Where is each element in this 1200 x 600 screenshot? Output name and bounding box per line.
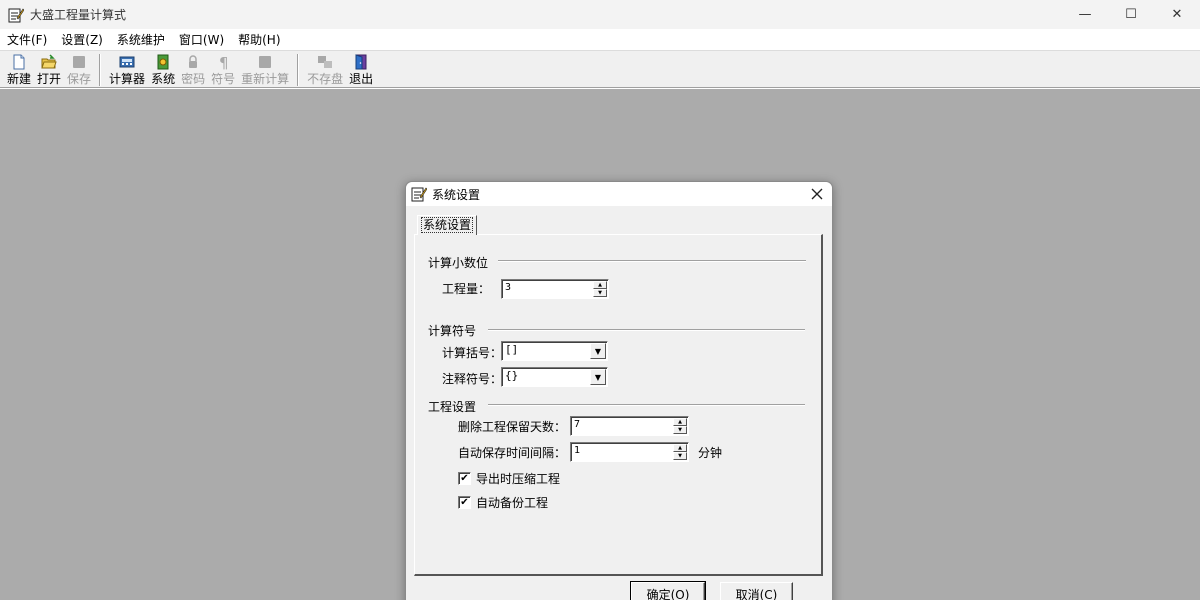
recalculate-button[interactable]: 重新计算 bbox=[238, 51, 292, 88]
recalc-icon bbox=[259, 56, 272, 68]
toolbar-separator bbox=[99, 54, 102, 86]
title-bar: 大盛工程量计算式 — ☐ ✕ bbox=[0, 0, 1200, 29]
chevron-down-icon[interactable]: ▼ bbox=[590, 369, 606, 385]
delete-days-spinner[interactable]: 7 ▲ ▼ bbox=[570, 416, 689, 436]
menu-window[interactable]: 窗口(W) bbox=[172, 31, 231, 48]
group-divider bbox=[488, 404, 805, 406]
menu-maintenance[interactable]: 系统维护 bbox=[110, 31, 172, 48]
symbol-button[interactable]: ¶ 符号 bbox=[208, 51, 238, 88]
spin-up-icon[interactable]: ▲ bbox=[673, 444, 687, 452]
comment-label: 注释符号： bbox=[442, 372, 503, 386]
group-label-project: 工程设置 bbox=[428, 398, 483, 415]
app-notepad-icon bbox=[8, 8, 24, 22]
system-settings-dialog: 系统设置 系统设置 计算小数位 工程量： 3 ▲ ▼ 计算符号 计算括号： [] bbox=[405, 181, 833, 600]
dialog-title-bar: 系统设置 bbox=[406, 182, 832, 206]
chevron-down-icon[interactable]: ▼ bbox=[590, 343, 606, 359]
quantity-decimal-spinner[interactable]: 3 ▲ ▼ bbox=[501, 279, 609, 299]
toolbar: 新建 打开 保存 计算器 系统 密码 ¶ 符号 重新计算 不存盘 退出 bbox=[0, 50, 1200, 88]
open-folder-icon bbox=[41, 54, 57, 69]
no-save-icon bbox=[318, 56, 333, 68]
system-button[interactable]: 系统 bbox=[148, 51, 178, 88]
calculator-icon bbox=[119, 56, 135, 68]
new-document-icon bbox=[13, 54, 25, 70]
group-label-decimal: 计算小数位 bbox=[428, 254, 495, 271]
spin-up-icon[interactable]: ▲ bbox=[673, 418, 687, 426]
spin-up-icon[interactable]: ▲ bbox=[593, 281, 607, 289]
spin-down-icon[interactable]: ▼ bbox=[593, 289, 607, 297]
password-button[interactable]: 密码 bbox=[178, 51, 208, 88]
spin-down-icon[interactable]: ▼ bbox=[673, 452, 687, 460]
autosave-label: 自动保存时间间隔： bbox=[458, 446, 567, 460]
exit-button[interactable]: 退出 bbox=[346, 51, 376, 88]
bracket-label: 计算括号： bbox=[442, 346, 503, 360]
window-controls: — ☐ ✕ bbox=[1062, 0, 1200, 29]
quantity-label: 工程量： bbox=[442, 282, 491, 296]
menu-bar: 文件(F) 设置(Z) 系统维护 窗口(W) 帮助(H) bbox=[0, 29, 1200, 49]
dialog-notepad-icon bbox=[411, 187, 427, 202]
delete-days-label: 删除工程保留天数： bbox=[458, 420, 567, 434]
save-icon bbox=[73, 56, 86, 68]
checkbox-box[interactable]: ✔ bbox=[458, 472, 471, 485]
group-label-symbols: 计算符号 bbox=[428, 322, 483, 339]
check-mark-icon: ✔ bbox=[460, 496, 469, 508]
no-save-button[interactable]: 不存盘 bbox=[304, 51, 346, 88]
toolbar-separator bbox=[297, 54, 300, 86]
maximize-button[interactable]: ☐ bbox=[1108, 0, 1154, 29]
svg-text:¶: ¶ bbox=[219, 54, 229, 70]
dialog-title: 系统设置 bbox=[432, 187, 481, 202]
pilcrow-icon: ¶ bbox=[219, 54, 229, 70]
close-icon bbox=[811, 188, 823, 200]
bracket-select[interactable]: [] ▼ bbox=[501, 341, 608, 361]
calculator-button[interactable]: 计算器 bbox=[106, 51, 148, 88]
save-button[interactable]: 保存 bbox=[64, 51, 94, 88]
auto-backup-checkbox[interactable]: ✔ 自动备份工程 bbox=[458, 494, 548, 511]
new-button[interactable]: 新建 bbox=[4, 51, 34, 88]
ok-button[interactable]: 确定(O) bbox=[630, 581, 706, 600]
close-window-button[interactable]: ✕ bbox=[1154, 0, 1200, 29]
tab-system-settings[interactable]: 系统设置 bbox=[417, 215, 478, 235]
menu-settings[interactable]: 设置(Z) bbox=[54, 31, 110, 48]
cancel-button[interactable]: 取消(C) bbox=[720, 582, 793, 600]
spin-down-icon[interactable]: ▼ bbox=[673, 426, 687, 434]
comment-select[interactable]: {} ▼ bbox=[501, 367, 608, 387]
autosave-interval-spinner[interactable]: 1 ▲ ▼ bbox=[570, 442, 689, 462]
checkbox-box[interactable]: ✔ bbox=[458, 496, 471, 509]
group-divider bbox=[488, 329, 805, 331]
check-mark-icon: ✔ bbox=[460, 472, 469, 484]
menu-file[interactable]: 文件(F) bbox=[0, 31, 54, 48]
open-button[interactable]: 打开 bbox=[34, 51, 64, 88]
system-icon bbox=[157, 54, 169, 70]
group-divider bbox=[498, 260, 806, 262]
minimize-button[interactable]: — bbox=[1062, 0, 1108, 29]
lock-icon bbox=[189, 55, 198, 68]
autosave-unit: 分钟 bbox=[698, 446, 723, 460]
app-title: 大盛工程量计算式 bbox=[30, 8, 127, 22]
tab-panel: 计算小数位 工程量： 3 ▲ ▼ 计算符号 计算括号： [] ▼ 注释符号： {… bbox=[414, 234, 823, 576]
dialog-close-button[interactable] bbox=[808, 185, 826, 203]
compress-export-checkbox[interactable]: ✔ 导出时压缩工程 bbox=[458, 470, 560, 487]
exit-door-icon bbox=[355, 54, 367, 70]
menu-help[interactable]: 帮助(H) bbox=[231, 31, 287, 48]
